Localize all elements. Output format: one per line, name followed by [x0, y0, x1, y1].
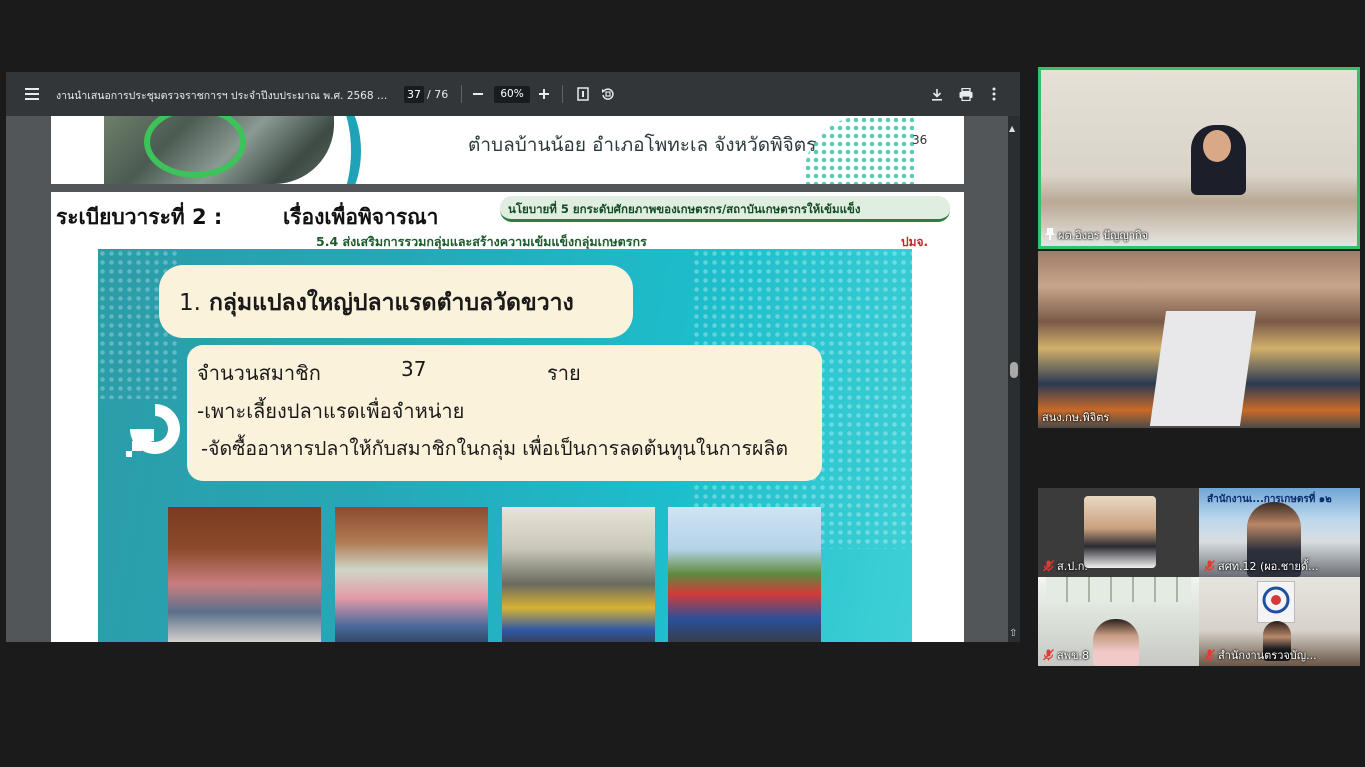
- info-box: จำนวนสมาชิก 37 ราย -เพาะเลี้ยงปลาแรดเพื่…: [187, 345, 822, 481]
- activity-2: -จัดซื้ออาหารปลาให้กับสมาชิกในกลุ่ม เพื่…: [201, 437, 788, 460]
- speaker-face: [1203, 130, 1231, 162]
- mic-off-icon: [1042, 649, 1054, 661]
- conference-table: [1149, 311, 1257, 426]
- wall-emblem: [1257, 581, 1295, 623]
- agenda-heading: ระเบียบวาระที่ 2 :: [56, 205, 223, 229]
- participant-name: สำนักงานตรวจบัญ...: [1218, 649, 1317, 662]
- photo-feed-distribution: [502, 507, 655, 642]
- mic-off-icon: [1042, 560, 1054, 572]
- pdf-viewer[interactable]: งานนำเสนอการประชุมตรวจราชการฯ ประจำปีงบป…: [6, 72, 1020, 642]
- group-title: 1. กลุ่มแปลงใหญ่ปลาแรดตำบลวัดขวาง: [179, 285, 574, 321]
- zoom-out-icon[interactable]: [468, 84, 488, 104]
- print-icon[interactable]: [956, 84, 976, 104]
- video-tile-participant-4[interactable]: สำนักงานเ...การเกษตรที่ ๑๒ สศท.12 (ผอ.ชา…: [1199, 488, 1360, 577]
- zoom-in-icon[interactable]: [534, 84, 554, 104]
- scroll-up-icon[interactable]: ▲: [1009, 124, 1015, 133]
- scrollbar[interactable]: [1008, 116, 1020, 642]
- video-tile-participant-5[interactable]: สพข.8: [1038, 577, 1199, 666]
- page-number-input[interactable]: 37: [404, 86, 424, 103]
- participant-label: ส.ป.ก.: [1042, 557, 1088, 575]
- photo-group-meeting: [168, 507, 321, 642]
- decorative-dots: [804, 116, 914, 184]
- slide-37: ระเบียบวาระที่ 2 : เรื่องเพื่อพิจารณา นโ…: [51, 192, 964, 642]
- member-count: 37: [401, 357, 427, 381]
- participant-label: สพข.8: [1042, 646, 1089, 664]
- document-title: งานนำเสนอการประชุมตรวจราชการฯ ประจำปีงบป…: [56, 90, 391, 102]
- photo-outdoor-meeting: [335, 507, 488, 642]
- page-total: / 76: [427, 88, 449, 101]
- scrollbar-thumb[interactable]: [1010, 362, 1018, 378]
- participant-label: สำนักงานตรวจบัญ...: [1203, 646, 1317, 664]
- download-icon[interactable]: [927, 84, 947, 104]
- group-title-box: 1. กลุ่มแปลงใหญ่ปลาแรดตำบลวัดขวาง: [159, 265, 633, 338]
- more-options-icon[interactable]: [984, 84, 1004, 104]
- slide-36: ตำบลบ้านน้อย อำเภอโพทะเล จังหวัดพิจิตร 3…: [51, 116, 964, 184]
- slide-subtitle: ตำบลบ้านน้อย อำเภอโพทะเล จังหวัดพิจิตร: [468, 134, 817, 156]
- participant-name: ส.ป.ก.: [1057, 560, 1088, 573]
- window-blinds: [1046, 577, 1191, 602]
- content-panel: 1. กลุ่มแปลงใหญ่ปลาแรดตำบลวัดขวาง จำนวนสม…: [98, 249, 912, 642]
- zoom-input[interactable]: 60%: [494, 86, 530, 103]
- participant-label: ผต.อิงอร ปัญญากิจ: [1045, 226, 1148, 244]
- slide-page-number: 36: [912, 133, 928, 147]
- participant-label: สศท.12 (ผอ.ชายดั้...: [1203, 557, 1319, 575]
- participant-label: สนง.กษ.พิจิตร: [1042, 408, 1109, 426]
- participant-name: สนง.กษ.พิจิตร: [1042, 411, 1110, 424]
- participant-name: สพข.8: [1057, 649, 1089, 662]
- mic-off-icon: [1203, 649, 1215, 661]
- member-label: จำนวนสมาชิก: [197, 361, 321, 385]
- group-title-text: กลุ่มแปลงใหญ่ปลาแรดตำบลวัดขวาง: [208, 290, 574, 316]
- toolbar-divider: [461, 85, 462, 103]
- photo-feed-pickup: [668, 507, 821, 642]
- rotate-icon[interactable]: [598, 84, 618, 104]
- scroll-down-icon[interactable]: ⇧: [1009, 628, 1017, 639]
- toolbar-divider: [562, 85, 563, 103]
- decorative-swoosh: [281, 116, 361, 184]
- policy-banner: นโยบายที่ 5 ยกระดับศักยภาพของเกษตรกร/สถา…: [500, 196, 950, 222]
- participant-name: สศท.12 (ผอ.ชายดั้...: [1218, 560, 1319, 573]
- video-tile-presenter[interactable]: ผต.อิงอร ปัญญากิจ: [1038, 67, 1360, 249]
- brand-logo-icon: [126, 404, 180, 457]
- menu-icon[interactable]: [22, 84, 42, 104]
- mic-off-icon: [1203, 560, 1215, 572]
- participant-avatar: [1084, 496, 1156, 568]
- video-tile-meeting-room[interactable]: สนง.กษ.พิจิตร: [1038, 251, 1360, 428]
- group-number: 1.: [179, 290, 201, 316]
- video-tile-participant-3[interactable]: ส.ป.ก.: [1038, 488, 1199, 577]
- agenda-topic: เรื่องเพื่อพิจารณา: [283, 205, 439, 229]
- pin-icon: [1045, 227, 1055, 243]
- fit-page-icon[interactable]: [573, 84, 593, 104]
- pdf-toolbar: งานนำเสนอการประชุมตรวจราชการฯ ประจำปีงบป…: [6, 72, 1020, 116]
- participant-name: ผต.อิงอร ปัญญากิจ: [1058, 229, 1149, 242]
- participant-person: [1093, 619, 1139, 666]
- activity-1: -เพาะเลี้ยงปลาแรดเพื่อจำหน่าย: [197, 399, 465, 423]
- member-unit: ราย: [547, 361, 581, 385]
- video-tile-participant-6[interactable]: สำนักงานตรวจบัญ...: [1199, 577, 1360, 666]
